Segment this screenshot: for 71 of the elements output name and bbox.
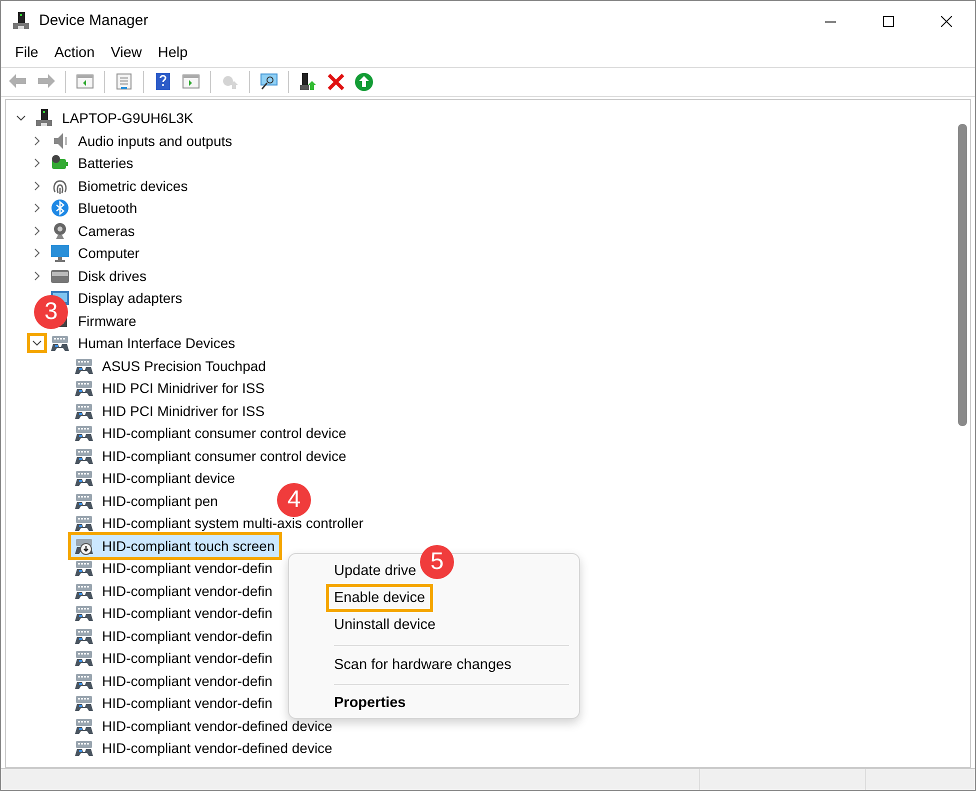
menu-item[interactable]: Scan for hardware changes [329, 654, 516, 676]
tree-item[interactable]: Batteries [76, 153, 136, 174]
tree-item[interactable]: HID-compliant vendor-defined device [100, 738, 334, 758]
tree-item[interactable]: HID-compliant vendor-defin [100, 558, 274, 578]
gamepad-icon [74, 716, 94, 735]
gamepad-icon [74, 469, 94, 488]
gamepad-icon [74, 536, 94, 555]
step-number-badge: 4 [277, 483, 311, 517]
gamepad-icon [50, 334, 70, 352]
tree-item[interactable]: HID PCI Minidriver for ISS [100, 378, 267, 398]
tree-item[interactable]: HID-compliant consumer control device [100, 446, 348, 466]
delete-icon[interactable] [326, 72, 346, 92]
gamepad-icon [74, 356, 94, 375]
menu-item[interactable]: Enable device [329, 587, 430, 609]
tree-item[interactable]: Audio inputs and outputs [76, 130, 234, 151]
tree-item[interactable]: HID-compliant vendor-defin [100, 603, 274, 624]
gamepad-icon [74, 514, 94, 532]
tree-item[interactable]: HID PCI Minidriver for ISS [100, 400, 267, 421]
step-number-badge: 5 [420, 545, 454, 579]
gamepad-icon [74, 672, 94, 690]
computer-icon [34, 109, 54, 128]
tree-item[interactable]: Disk drives [76, 266, 148, 286]
gamepad-icon [74, 694, 94, 712]
menu-item[interactable]: Help [150, 43, 196, 65]
gamepad-icon [74, 604, 94, 622]
menu-item[interactable]: File [7, 43, 46, 65]
tree-item[interactable]: Cameras [76, 220, 137, 241]
menu-item[interactable]: Action [46, 43, 103, 65]
gamepad-icon [74, 739, 94, 758]
tree-item[interactable]: Human Interface Devices [76, 333, 238, 354]
menu-item[interactable]: Update drive [329, 560, 422, 582]
gamepad-icon [74, 492, 94, 510]
window-title: Device Manager [39, 10, 148, 31]
gamepad-icon [74, 402, 94, 420]
app-icon [11, 12, 31, 30]
menu-item[interactable]: Uninstall device [329, 614, 441, 636]
tree-item[interactable]: Firmware [76, 310, 138, 331]
tree-item[interactable]: Biometric devices [76, 176, 190, 196]
selected-tree-item[interactable]: HID-compliant touch screen [71, 534, 279, 557]
device-arrow-icon[interactable] [298, 72, 318, 92]
menu-item[interactable]: View [102, 43, 150, 65]
tree-item[interactable]: HID-compliant vendor-defin [100, 580, 274, 601]
gamepad-icon [74, 582, 94, 600]
tree-item[interactable]: HID-compliant consumer control device [100, 423, 348, 444]
gamepad-icon [74, 559, 94, 578]
tree-item[interactable]: Display adapters [76, 288, 184, 308]
scan-monitor-icon[interactable] [259, 72, 279, 92]
close-icon[interactable] [940, 16, 952, 26]
menu-item[interactable]: Properties [329, 692, 411, 714]
tree-item[interactable]: HID-compliant vendor-defin [100, 626, 274, 646]
tree-item[interactable]: HID-compliant vendor-defin [100, 693, 274, 714]
maximize-icon[interactable] [882, 16, 894, 26]
gamepad-icon [74, 649, 94, 668]
scrollbar-thumb[interactable] [958, 124, 966, 426]
tree-item[interactable]: HID-compliant vendor-defin [100, 648, 274, 668]
gamepad-icon [74, 626, 94, 645]
tree-item[interactable]: HID-compliant vendor-defin [100, 670, 274, 691]
bluetooth-icon [50, 199, 70, 218]
tree-item[interactable]: Computer [76, 243, 142, 264]
gamepad-icon [74, 424, 94, 442]
help-icon[interactable] [153, 72, 173, 92]
tree-item[interactable]: HID-compliant pen [100, 490, 220, 511]
tree-item[interactable]: HID-compliant vendor-defined device [100, 716, 334, 736]
tree-item[interactable]: LAPTOP-G9UH6L3K [60, 108, 196, 128]
monitor-icon [50, 244, 70, 262]
tree-item[interactable]: ASUS Precision Touchpad [100, 356, 268, 376]
gamepad-icon [74, 379, 94, 398]
tree-item[interactable]: HID-compliant device [100, 468, 238, 488]
tree-item[interactable]: Bluetooth [76, 198, 140, 218]
properties-icon[interactable] [114, 72, 134, 92]
gamepad-icon [74, 446, 94, 465]
